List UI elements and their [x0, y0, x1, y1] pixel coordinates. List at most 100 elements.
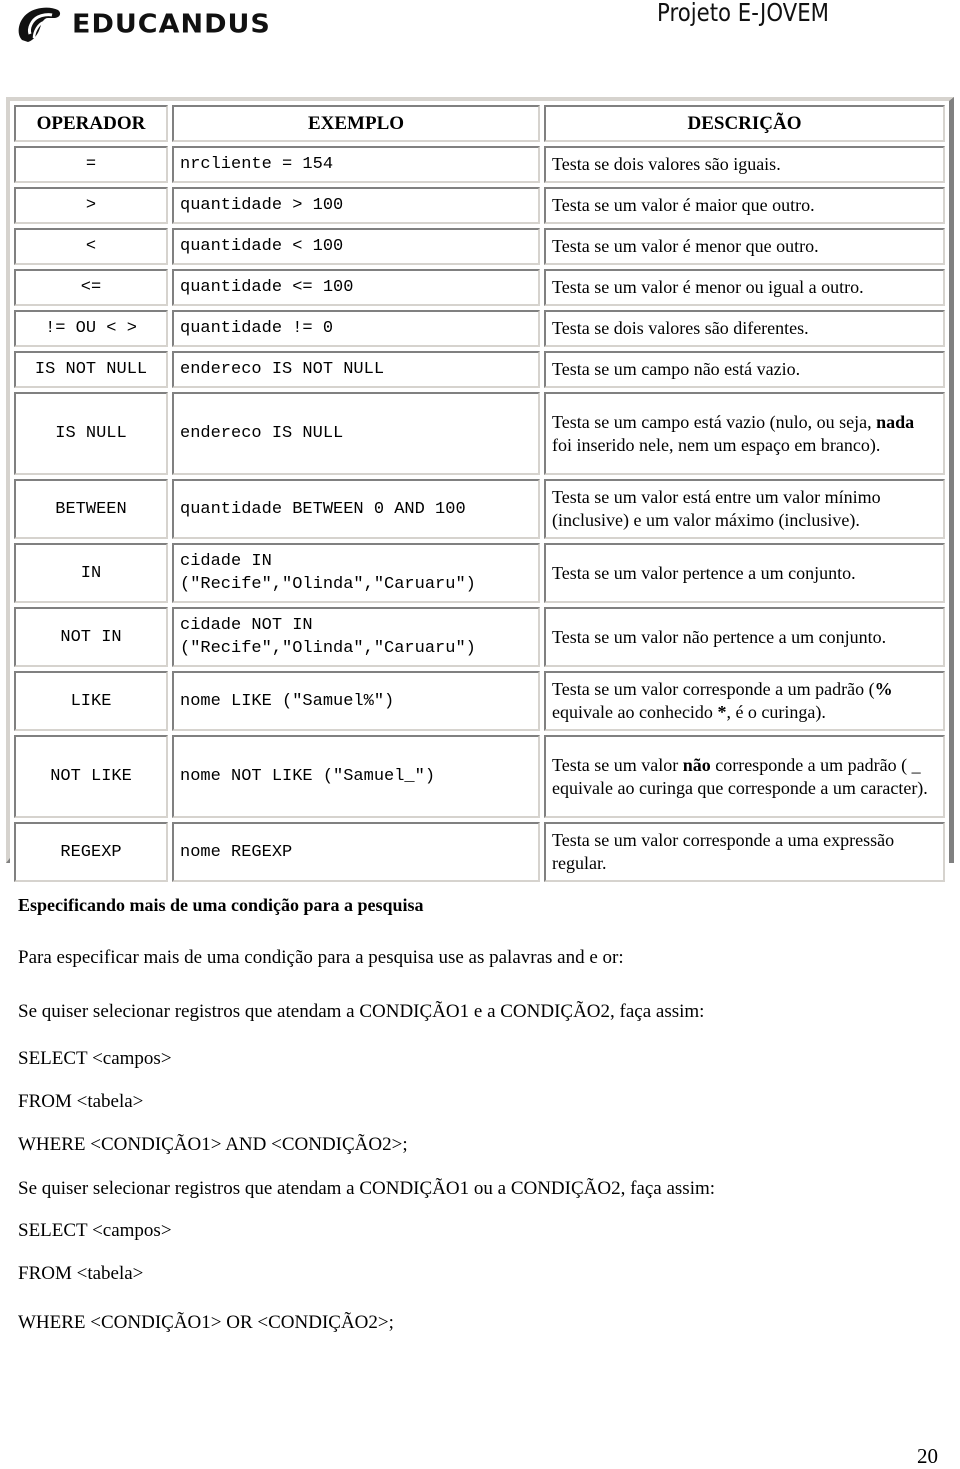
table-row: IS NULL endereco IS NULL Testa se um campo… [14, 392, 945, 475]
example-line: quantidade < 100 [180, 237, 344, 256]
example-cell: nrcliente = 154 [172, 146, 540, 183]
description-cell: Testa se um valor é menor ou igual a out… [544, 269, 945, 306]
description-cell: Testa se um valor é maior que outro. [544, 187, 945, 224]
example-line: endereco IS NOT NULL [180, 360, 385, 379]
table-row: NOT LIKE nome NOT LIKE ("Samuel_") Testa s… [14, 735, 945, 818]
example-line: ("Recife","Olinda","Caruaru") [180, 639, 476, 658]
description-cell: Testa se dois valores são iguais. [544, 146, 945, 183]
example-cell: endereco IS NOT NULL [172, 351, 540, 388]
example-line: cidade IN [180, 552, 272, 571]
example-cell: nome LIKE ("Samuel%") [172, 671, 540, 731]
table-body: = nrcliente = 154 Testa se dois valores sã… [14, 146, 945, 882]
description-emphasis: não [682, 754, 711, 775]
operators-table-frame: OPERADOR EXEMPLO DESCRIÇÃO = nrcliente = … [6, 97, 954, 886]
description-text: , é o curinga). [726, 702, 826, 722]
table-row: IN cidade IN ("Recife","Olinda","Caruaru")… [14, 543, 945, 603]
description-text: Testa se um valor está entre um valor mí… [552, 487, 881, 530]
example-line: nome LIKE ("Samuel%") [180, 691, 395, 711]
description-text: Testa se um valor pertence a um conjunto… [552, 562, 856, 583]
section-title: Especificando mais de uma condição para … [18, 895, 424, 915]
operator-cell: > [14, 187, 168, 224]
operator-cell: NOT LIKE [14, 735, 168, 818]
operator-cell: IN [14, 543, 168, 603]
table-row: BETWEEN quantidade BETWEEN 0 AND 100 Testa… [14, 479, 945, 539]
column-header-example: EXEMPLO [172, 105, 540, 142]
example-line: cidade NOT IN [180, 616, 313, 635]
table-row: REGEXP nome REGEXP Testa se um valor corre… [14, 822, 945, 882]
educandus-logo-icon [18, 7, 61, 43]
table-row: = nrcliente = 154 Testa se dois valores sã… [14, 146, 945, 183]
example-line: quantidade > 100 [180, 196, 344, 215]
or-intro: Se quiser selecionar registros que atend… [18, 1178, 716, 1199]
example-cell: cidade IN ("Recife","Olinda","Caruaru") [172, 543, 540, 603]
description-text: foi inserido nele, nem um espaço em bran… [552, 434, 881, 455]
description-cell: Testa se um valor corresponde a um padrã… [544, 671, 945, 731]
table-row: NOT IN cidade NOT IN ("Recife","Olinda","C… [14, 607, 945, 667]
or-select-line: SELECT <campos> [18, 1220, 172, 1241]
description-cell: Testa se um valor não corresponde a um p… [544, 735, 945, 818]
table-row: < quantidade < 100 Testa se um valor é men… [14, 228, 945, 265]
description-text: Testa se dois valores são diferentes. [552, 318, 809, 338]
description-cell: Testa se dois valores são diferentes. [544, 310, 945, 347]
description-cell: Testa se um valor corresponde a uma expr… [544, 822, 945, 882]
column-header-description: DESCRIÇÃO [544, 105, 945, 142]
description-text: Testa se um campo está vazio (nulo, ou s… [552, 411, 877, 432]
description-emphasis: nada [876, 411, 915, 432]
example-cell: nome NOT LIKE ("Samuel_") [172, 735, 540, 818]
operator-cell: < [14, 228, 168, 265]
operator-cell: IS NOT NULL [14, 351, 168, 388]
example-line: endereco IS NULL [180, 424, 344, 443]
description-emphasis: % [874, 679, 893, 699]
intro-paragraph: Para especificar mais de uma condição pa… [18, 947, 624, 968]
example-line: quantidade BETWEEN 0 AND 100 [180, 499, 466, 519]
table-header-row: OPERADOR EXEMPLO DESCRIÇÃO [14, 105, 945, 142]
or-from-line: FROM <tabela> [18, 1263, 144, 1284]
example-cell: cidade NOT IN ("Recife","Olinda","Caruaru… [172, 607, 540, 667]
operator-cell: BETWEEN [14, 479, 168, 539]
description-text: Testa se um campo não está vazio. [552, 359, 801, 379]
table-row: > quantidade > 100 Testa se um valor é mai… [14, 187, 945, 224]
table-row: <= quantidade <= 100 Testa se um valor é m… [14, 269, 945, 306]
example-line: nome REGEXP [180, 842, 293, 862]
page-header: EDUCANDUS Projeto E-JOVEM [0, 0, 960, 50]
example-line: ("Recife","Olinda","Caruaru") [180, 575, 476, 594]
description-text: Testa se um valor é menor que outro. [552, 236, 819, 256]
and-intro: Se quiser selecionar registros que atend… [18, 1001, 705, 1022]
description-text: Testa se dois valores são iguais. [552, 154, 781, 174]
description-text: Testa se um valor é maior que outro. [552, 195, 815, 215]
table-row: IS NOT NULL endereco IS NOT NULL Testa se … [14, 351, 945, 388]
description-cell: Testa se um valor pertence a um conjunto… [544, 543, 945, 603]
example-line: nrcliente = 154 [180, 155, 334, 174]
description-text: Testa se um valor é menor ou igual a out… [552, 277, 864, 297]
example-cell: quantidade > 100 [172, 187, 540, 224]
operator-cell: = [14, 146, 168, 183]
description-text: Testa se um valor corresponde a uma expr… [552, 830, 895, 873]
operator-cell: <= [14, 269, 168, 306]
example-cell: quantidade <= 100 [172, 269, 540, 306]
and-from-line: FROM <tabela> [18, 1091, 144, 1112]
description-cell: Testa se um valor não pertence a um conj… [544, 607, 945, 667]
description-cell: Testa se um campo não está vazio. [544, 351, 945, 388]
description-cell: Testa se um campo está vazio (nulo, ou s… [544, 392, 945, 475]
description-text: Testa se um valor [552, 754, 683, 775]
example-cell: quantidade < 100 [172, 228, 540, 265]
description-text: equivale ao conhecido [552, 702, 718, 722]
example-line: quantidade != 0 [180, 319, 334, 338]
table-row: != OU < > quantidade != 0 Testa se dois va… [14, 310, 945, 347]
operators-table: OPERADOR EXEMPLO DESCRIÇÃO = nrcliente = … [10, 101, 949, 886]
operator-cell: REGEXP [14, 822, 168, 882]
description-text: Testa se um valor não pertence a um conj… [552, 626, 887, 647]
description-cell: Testa se um valor é menor que outro. [544, 228, 945, 265]
description-cell: Testa se um valor está entre um valor mí… [544, 479, 945, 539]
example-cell: nome REGEXP [172, 822, 540, 882]
and-select-line: SELECT <campos> [18, 1048, 172, 1069]
example-line: quantidade <= 100 [180, 278, 354, 297]
column-header-operator: OPERADOR [14, 105, 168, 142]
operator-cell: LIKE [14, 671, 168, 731]
operator-cell: NOT IN [14, 607, 168, 667]
table-row: LIKE nome LIKE ("Samuel%") Testa se um val… [14, 671, 945, 731]
example-cell: quantidade BETWEEN 0 AND 100 [172, 479, 540, 539]
example-cell: endereco IS NULL [172, 392, 540, 475]
educandus-logo: EDUCANDUS [14, 4, 271, 44]
operator-cell: != OU < > [14, 310, 168, 347]
